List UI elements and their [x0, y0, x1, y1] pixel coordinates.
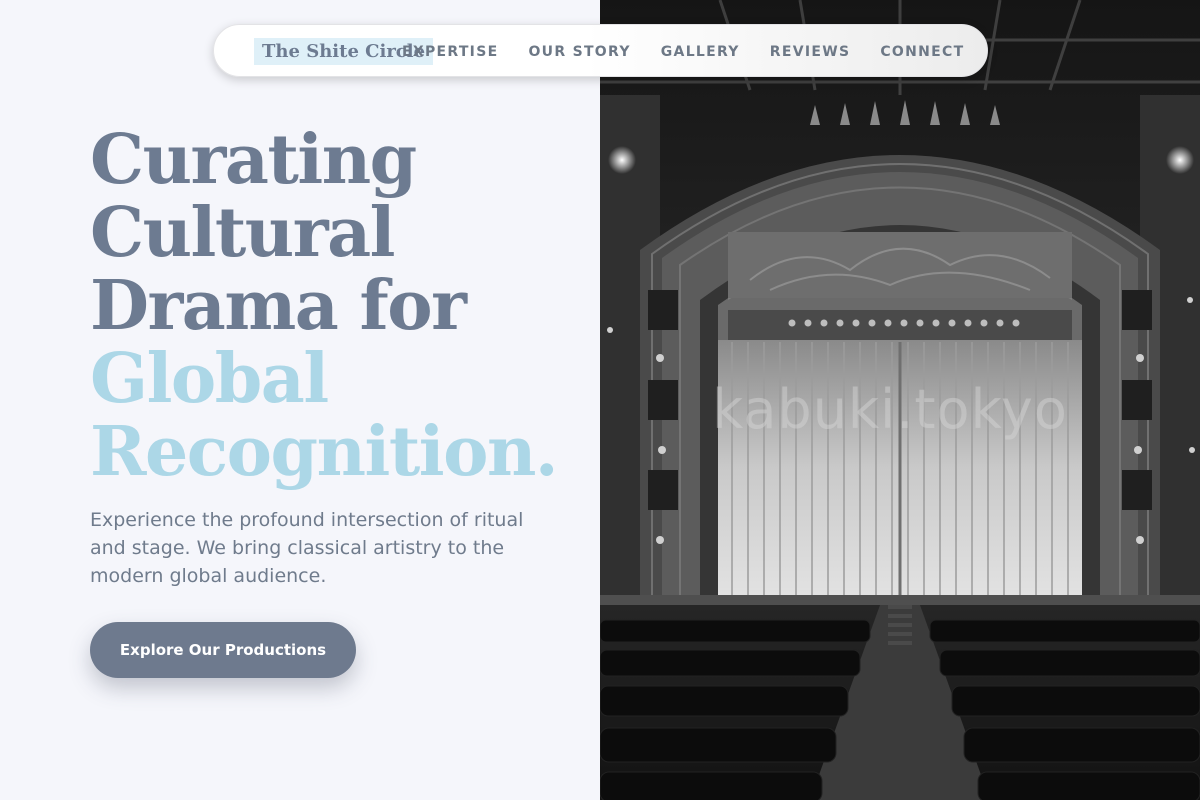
hero-section: Curating Cultural Drama for Global Recog… — [0, 0, 600, 800]
headline-line: Curating — [90, 120, 417, 200]
explore-productions-button[interactable]: Explore Our Productions — [90, 622, 356, 678]
headline-line: Cultural — [90, 193, 395, 273]
nav-link-reviews[interactable]: REVIEWS — [770, 44, 851, 60]
nav-links: EXPERTISE OUR STORY GALLERY REVIEWS CONN… — [402, 25, 994, 78]
top-navigation: The Shite Circle EXPERTISE OUR STORY GAL… — [213, 24, 988, 77]
headline-line: Drama for — [90, 266, 467, 346]
hero-subtext: Experience the profound intersection of … — [90, 509, 524, 587]
headline-line-highlight: Recognition. — [90, 412, 559, 492]
nav-link-our-story[interactable]: OUR STORY — [528, 44, 630, 60]
headline-line-highlight: Global — [90, 339, 329, 419]
nav-link-connect[interactable]: CONNECT — [880, 44, 964, 60]
watermark-text: kabuki.tokyo — [712, 378, 1068, 441]
hero-headline: Curating Cultural Drama for Global Recog… — [90, 120, 559, 492]
nav-link-gallery[interactable]: GALLERY — [661, 44, 740, 60]
nav-link-expertise[interactable]: EXPERTISE — [402, 44, 498, 60]
